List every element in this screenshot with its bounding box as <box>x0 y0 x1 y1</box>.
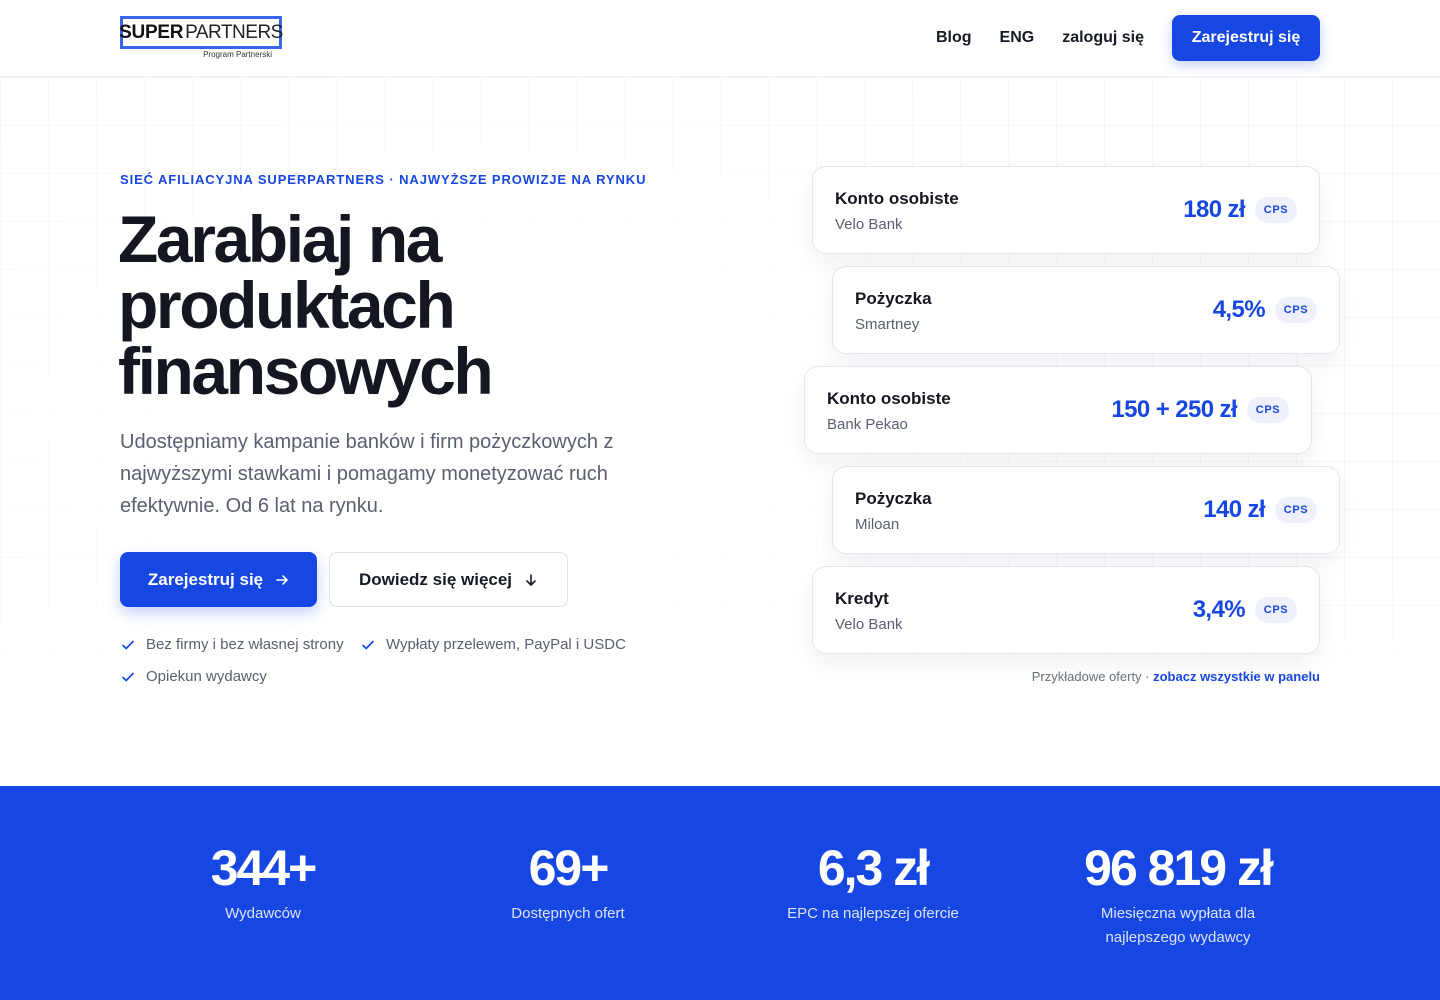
stat-label: Wydawców <box>225 905 301 922</box>
offer-value: 140 zł <box>1203 496 1265 523</box>
stats-band: 344+ Wydawców 69+ Dostępnych ofert 6,3 z… <box>0 786 1440 1000</box>
see-all-offers-link[interactable]: zobacz wszystkie w panelu <box>1153 669 1320 684</box>
hero-register-button[interactable]: Zarejestruj się <box>120 552 317 607</box>
checkmark-icon <box>120 669 136 685</box>
stat-item: 344+ Wydawców <box>113 838 413 926</box>
feature-check: Wypłaty przelewem, PayPal i USDC <box>360 636 626 653</box>
nav-login-link[interactable]: zaloguj się <box>1062 29 1144 47</box>
offer-badge: CPS <box>1255 597 1297 623</box>
offer-value: 180 zł <box>1183 196 1245 223</box>
hero-title: Zarabiaj na produktach finansowych <box>118 206 718 404</box>
feature-check: Opiekun wydawcy <box>120 668 267 685</box>
checkmark-icon <box>120 637 136 653</box>
offer-card[interactable]: Pożyczka Smartney 4,5% CPS <box>832 266 1340 354</box>
feature-check-label: Opiekun wydawcy <box>146 668 267 685</box>
nav-language-link[interactable]: ENG <box>1000 29 1035 47</box>
learn-more-button[interactable]: Dowiedz się więcej <box>329 552 568 607</box>
header-register-button[interactable]: Zarejestruj się <box>1172 15 1320 61</box>
offer-value: 3,4% <box>1192 596 1246 623</box>
stat-item: 6,3 zł EPC na najlepszej ofercie <box>723 838 1023 926</box>
logo[interactable]: SUPER PARTNERS Program Partnerski <box>119 16 283 60</box>
offer-commission: 4,5% CPS <box>1213 267 1317 353</box>
arrow-right-icon <box>275 573 289 587</box>
offer-type: Pożyczka <box>855 289 932 308</box>
offer-bank: Bank Pekao <box>827 416 908 433</box>
offer-commission: 150 + 250 zł CPS <box>1111 367 1289 453</box>
stat-value: 69+ <box>528 840 610 896</box>
offer-badge: CPS <box>1255 197 1297 223</box>
offer-card[interactable]: Pożyczka Miloan 140 zł CPS <box>832 466 1340 554</box>
stat-item: 69+ Dostępnych ofert <box>418 838 718 926</box>
offer-commission: 180 zł CPS <box>1183 167 1297 253</box>
logo-partners-text: PARTNERS <box>185 21 283 43</box>
hero-title-line: Zarabiaj na <box>118 202 442 276</box>
offer-badge: CPS <box>1247 397 1289 423</box>
hero-register-label: Zarejestruj się <box>147 569 264 589</box>
feature-check-label: Bez firmy i bez własnej strony <box>146 636 344 653</box>
stat-value: 96 819 zł <box>1084 840 1274 896</box>
offer-type: Pożyczka <box>855 489 932 508</box>
offer-bank: Smartney <box>855 316 920 333</box>
stat-label: EPC na najlepszej ofercie <box>787 905 959 922</box>
stat-label: Dostępnych ofert <box>511 905 625 922</box>
learn-more-label: Dowiedz się więcej <box>358 569 513 589</box>
offer-badge: CPS <box>1275 297 1317 323</box>
offer-type: Kredyt <box>835 589 889 608</box>
offer-bank: Velo Bank <box>835 216 903 233</box>
stat-value: 6,3 zł <box>817 840 930 896</box>
hero-title-line: finansowych <box>118 334 494 408</box>
site-header: SUPER PARTNERS Program Partnerski Blog E… <box>0 0 1440 77</box>
checkmark-icon <box>360 637 376 653</box>
offer-card[interactable]: Konto osobiste Velo Bank 180 zł CPS <box>812 166 1320 254</box>
stat-value: 344+ <box>210 840 318 896</box>
logo-box: SUPER PARTNERS <box>119 16 283 49</box>
feature-check: Bez firmy i bez własnej strony <box>120 636 344 653</box>
offer-commission: 3,4% CPS <box>1193 567 1297 653</box>
offers-note-text: Przykładowe oferty · <box>1031 669 1154 684</box>
arrow-down-icon <box>524 573 538 587</box>
hero-eyebrow: SIEĆ AFILIACYJNA SUPERPARTNERS · NAJWYŻS… <box>120 172 647 187</box>
offer-card[interactable]: Konto osobiste Bank Pekao 150 + 250 zł C… <box>804 366 1312 454</box>
stat-item: 96 819 zł Miesięczna wypłata dla najleps… <box>1028 838 1328 950</box>
offers-note: Przykładowe oferty · zobacz wszystkie w … <box>1032 669 1320 684</box>
hero-lead: Udostępniamy kampanie banków i firm poży… <box>120 431 614 517</box>
offer-value: 150 + 250 zł <box>1111 396 1237 423</box>
stat-label: Miesięczna wypłata dla najlepszego wydaw… <box>1100 905 1256 946</box>
offer-bank: Miloan <box>855 516 900 533</box>
hero-title-line: produktach <box>118 268 456 342</box>
offer-type: Konto osobiste <box>835 189 959 208</box>
offer-badge: CPS <box>1275 497 1317 523</box>
offer-commission: 140 zł CPS <box>1203 467 1317 553</box>
logo-super-text: SUPER <box>119 21 184 43</box>
offer-card[interactable]: Kredyt Velo Bank 3,4% CPS <box>812 566 1320 654</box>
offer-value: 4,5% <box>1212 296 1266 323</box>
feature-check-label: Wypłaty przelewem, PayPal i USDC <box>386 636 626 653</box>
offer-bank: Velo Bank <box>835 616 903 633</box>
nav-blog-link[interactable]: Blog <box>936 29 972 47</box>
main-nav: Blog ENG zaloguj się Zarejestruj się <box>936 15 1320 61</box>
logo-subtitle: Program Partnerski <box>203 50 272 59</box>
offer-type: Konto osobiste <box>827 389 951 408</box>
